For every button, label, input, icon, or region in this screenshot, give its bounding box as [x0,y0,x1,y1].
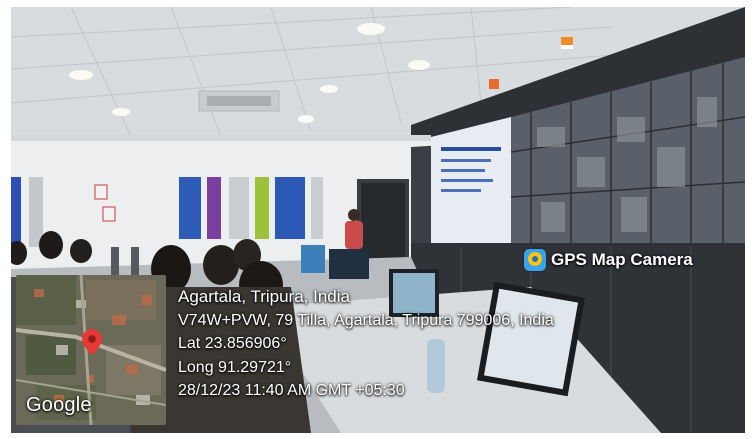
address-text: V74W+PVW, 79 Tilla, Agartala, Tripura 79… [178,311,554,329]
latitude-text: Lat 23.856906° [178,335,287,352]
gps-map-camera-icon [524,249,546,271]
app-name: GPS Map Camera [551,250,693,269]
google-map-logo: Google [26,394,92,416]
app-badge: GPS Map Camera [520,246,699,274]
datetime-text: 28/12/23 11:40 AM GMT +05:30 [178,382,405,399]
map-thumbnail: Google [16,275,166,425]
location-pin-icon [82,329,102,355]
location-info: Agartala, Tripura, India V74W+PVW, 79 Ti… [178,285,554,403]
place-name: Agartala, Tripura, India [178,287,350,306]
longitude-text: Long 91.29721° [178,358,292,376]
photo-frame: Google GPS Map Camera Agartala, Tripura,… [0,0,755,439]
